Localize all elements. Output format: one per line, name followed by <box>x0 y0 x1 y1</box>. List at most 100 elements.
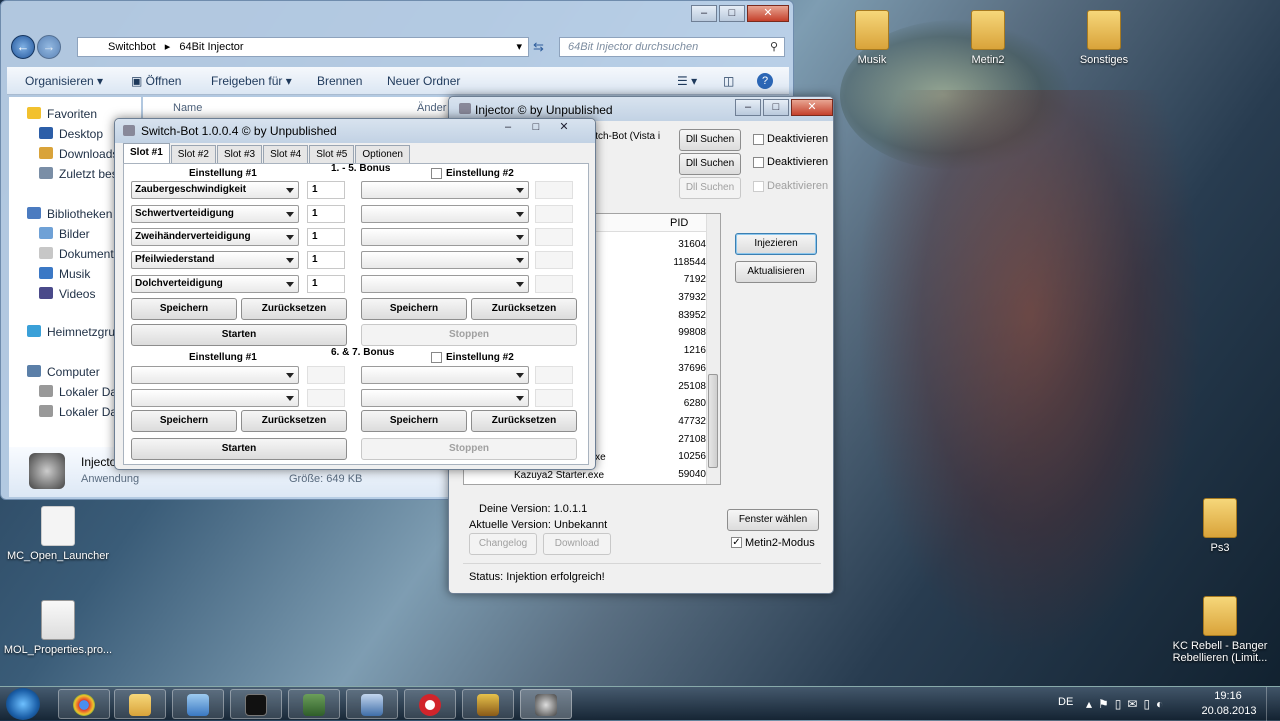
nav-documents[interactable]: Dokumente <box>39 247 120 261</box>
deactivate-checkbox-3[interactable] <box>753 181 764 192</box>
reset-button-2[interactable]: Zurücksetzen <box>471 298 577 320</box>
choose-window-button[interactable]: Fenster wählen <box>727 509 819 531</box>
inject-button[interactable]: Injezieren <box>735 233 817 255</box>
bonus-select-2-2[interactable] <box>361 205 529 223</box>
start-button-2[interactable]: Starten <box>131 438 347 460</box>
download-button[interactable]: Download <box>543 533 611 555</box>
share-button[interactable]: Freigeben für ▾ <box>211 74 292 88</box>
dll-search-button-3[interactable]: Dll Suchen <box>679 177 741 199</box>
tab-slot-1[interactable]: Slot #1 <box>123 143 170 163</box>
desktop-icon-mc-open-launcher[interactable]: MC_Open_Launcher <box>0 506 118 562</box>
bonus-select-4[interactable]: Pfeilwiederstand <box>131 251 299 269</box>
start-button[interactable] <box>6 688 40 720</box>
bonus7-value-2[interactable] <box>535 389 573 407</box>
organize-button[interactable]: Organisieren ▾ <box>25 74 103 88</box>
pid-cell[interactable]: 37932 <box>634 289 706 307</box>
close-icon[interactable]: ✕ <box>551 119 577 136</box>
address-bar[interactable]: Switchbot ▸ 64Bit Injector ▾ <box>77 37 529 57</box>
preview-pane-icon[interactable]: ◫ <box>723 74 734 88</box>
bonus-value-2-2[interactable] <box>535 205 573 223</box>
bonus-select-2-3[interactable] <box>361 228 529 246</box>
maximize-icon[interactable]: □ <box>719 5 745 22</box>
nav-recent[interactable]: Zuletzt besu <box>39 167 124 181</box>
metin2-mode-checkbox[interactable]: ✓ <box>731 537 742 548</box>
breadcrumb-item[interactable]: 64Bit Injector <box>179 41 243 53</box>
bonus6-value-1[interactable] <box>307 366 345 384</box>
tab-slot-3[interactable]: Slot #3 <box>216 145 263 163</box>
bonus-value-1[interactable]: 1 <box>307 181 345 199</box>
taskbar-app-network[interactable] <box>346 689 398 719</box>
start-button[interactable]: Starten <box>131 324 347 346</box>
refresh-icon[interactable]: ⇆ <box>533 39 544 55</box>
search-icon[interactable]: ⚲ <box>770 38 778 56</box>
save-button[interactable]: Speichern <box>131 298 237 320</box>
desktop-icon-musik[interactable]: Musik <box>812 10 932 66</box>
bonus6-select-2[interactable] <box>361 366 529 384</box>
save-button-4[interactable]: Speichern <box>361 410 467 432</box>
refresh-button[interactable]: Aktualisieren <box>735 261 817 283</box>
pid-cell[interactable]: 10256 <box>634 448 706 466</box>
dll-search-button-1[interactable]: Dll Suchen <box>679 129 741 151</box>
save-button-3[interactable]: Speichern <box>131 410 237 432</box>
reset-button-4[interactable]: Zurücksetzen <box>471 410 577 432</box>
tab-slot-4[interactable]: Slot #4 <box>263 145 309 163</box>
nav-pictures[interactable]: Bilder <box>39 227 90 241</box>
reset-button-3[interactable]: Zurücksetzen <box>241 410 347 432</box>
taskbar-app-injector[interactable] <box>520 689 572 719</box>
bonus6-value-2[interactable] <box>535 366 573 384</box>
taskbar-app-monitor[interactable] <box>288 689 340 719</box>
desktop-icon-metin2[interactable]: Metin2 <box>928 10 1048 66</box>
bonus-select-5[interactable]: Dolchverteidigung <box>131 275 299 293</box>
system-tray-icons[interactable]: ▴⚑▯✉▯◐ <box>1086 697 1169 711</box>
pid-column-header[interactable]: PID <box>670 217 688 229</box>
breadcrumb-item[interactable]: Switchbot <box>108 41 156 53</box>
maximize-icon[interactable]: □ <box>763 99 789 116</box>
bonus-value-2-3[interactable] <box>535 228 573 246</box>
pid-cell[interactable]: 6280 <box>634 395 706 413</box>
help-icon[interactable]: ? <box>757 73 773 89</box>
nav-favorites[interactable]: Favoriten <box>27 107 97 121</box>
bonus-value-2-1[interactable] <box>535 181 573 199</box>
setting-2-checkbox[interactable] <box>431 168 442 179</box>
bonus-value-2-5[interactable] <box>535 275 573 293</box>
view-options-icon[interactable]: ☰ ▾ <box>677 74 697 88</box>
bonus7-value-1[interactable] <box>307 389 345 407</box>
deactivate-checkbox-1[interactable] <box>753 134 764 145</box>
taskbar-app-metin2[interactable] <box>462 689 514 719</box>
burn-button[interactable]: Brennen <box>317 74 362 88</box>
nav-computer[interactable]: Computer <box>27 365 100 379</box>
bonus-value-4[interactable]: 1 <box>307 251 345 269</box>
bonus-select-3[interactable]: Zweihänderverteidigung <box>131 228 299 246</box>
nav-music[interactable]: Musik <box>39 267 90 281</box>
close-icon[interactable]: ✕ <box>791 99 833 116</box>
column-modified[interactable]: Änder <box>417 102 446 114</box>
pid-cell[interactable]: 83952 <box>634 307 706 325</box>
pid-cell[interactable]: 25108 <box>634 378 706 396</box>
minimize-icon[interactable]: – <box>691 5 717 22</box>
save-button-2[interactable]: Speichern <box>361 298 467 320</box>
pid-cell[interactable]: 37696 <box>634 360 706 378</box>
back-icon[interactable]: ← <box>11 35 35 59</box>
pid-cell[interactable]: 99808 <box>634 324 706 342</box>
open-button[interactable]: ▣ Öffnen <box>131 74 181 88</box>
language-indicator[interactable]: DE <box>1058 696 1073 708</box>
close-icon[interactable]: ✕ <box>747 5 789 22</box>
nav-desktop[interactable]: Desktop <box>39 127 103 141</box>
pid-cell[interactable]: 59040 <box>634 466 706 484</box>
bonus-select-1[interactable]: Zaubergeschwindigkeit <box>131 181 299 199</box>
pid-cell[interactable]: 1216 <box>634 342 706 360</box>
bonus-value-5[interactable]: 1 <box>307 275 345 293</box>
clock-date[interactable]: 20.08.2013 <box>1200 705 1258 717</box>
switchbot-titlebar[interactable]: Switch-Bot 1.0.0.4 © by Unpublished – □ … <box>115 119 595 143</box>
tab-slot-5[interactable]: Slot #5 <box>309 145 355 163</box>
dll-search-button-2[interactable]: Dll Suchen <box>679 153 741 175</box>
bonus7-select-1[interactable] <box>131 389 299 407</box>
minimize-icon[interactable]: – <box>735 99 761 116</box>
search-input[interactable]: 64Bit Injector durchsuchen ⚲ <box>559 37 785 57</box>
pid-cell[interactable]: 27108 <box>634 431 706 449</box>
forward-icon[interactable]: → <box>37 35 61 59</box>
bonus-select-2-1[interactable] <box>361 181 529 199</box>
nav-videos[interactable]: Videos <box>39 287 95 301</box>
bonus7-select-2[interactable] <box>361 389 529 407</box>
reset-button[interactable]: Zurücksetzen <box>241 298 347 320</box>
